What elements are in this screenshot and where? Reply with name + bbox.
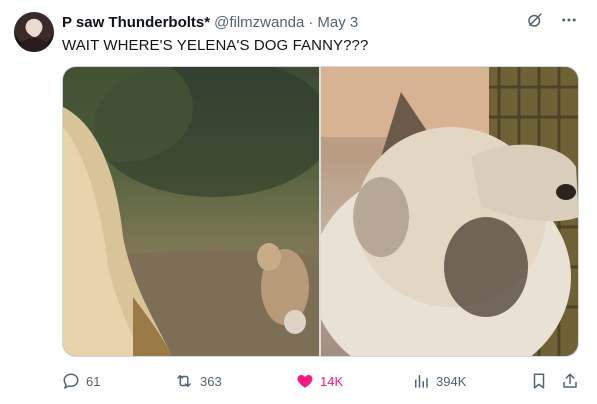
avatar-body [20,38,48,52]
share-icon [563,373,577,388]
tweet-top-actions [525,10,579,30]
tweet-card[interactable]: P saw Thunderbolts* @filmzwanda · May 3 … [0,0,597,404]
avatar-face [28,21,41,37]
avatar[interactable] [14,12,54,52]
tweet-date[interactable]: May 3 [317,14,358,31]
reply-button[interactable]: 61 [62,370,100,392]
author-handle[interactable]: @filmzwanda [214,14,304,31]
action-bar: 61 363 14K 394K [62,370,582,392]
repost-button[interactable]: 363 [174,370,222,392]
tweet-header: P saw Thunderbolts* @filmzwanda · May 3 [62,13,358,31]
author-name[interactable]: P saw Thunderbolts* [62,14,210,31]
like-button[interactable]: 14K [296,370,343,392]
repost-icon [177,375,191,387]
views-button[interactable]: 394K [412,370,466,392]
more-icon[interactable] [559,10,579,30]
header-separator: · [308,13,314,31]
views-icon [415,375,428,388]
reply-icon [63,373,79,390]
tweet-text: WAIT WHERE'S YELENA'S DOG FANNY??? [62,37,369,54]
media-image-2[interactable] [321,67,578,356]
media-image-2-picture [321,67,578,356]
media-image-1-picture [63,67,319,356]
views-count: 394K [436,373,467,389]
bookmark-icon [533,373,545,389]
media-grid [62,66,579,357]
grok-icon[interactable] [525,10,545,30]
repost-count: 363 [200,373,222,389]
reply-count: 61 [86,373,101,389]
bookmark-button[interactable] [530,370,548,392]
heart-icon [297,375,313,388]
share-button[interactable] [561,370,579,392]
media-image-1[interactable] [63,67,319,356]
like-count: 14K [320,373,344,389]
